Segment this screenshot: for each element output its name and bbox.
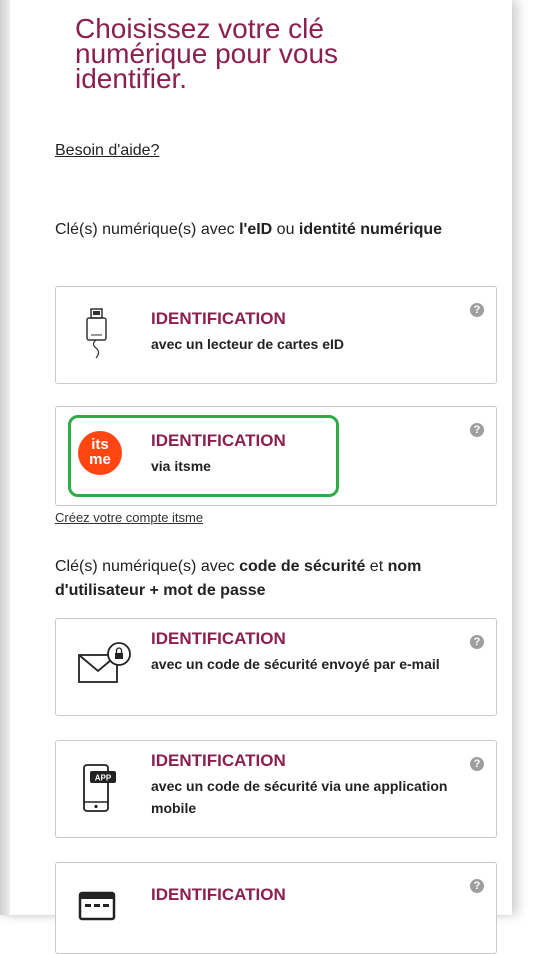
section-security-middle: et bbox=[365, 558, 388, 575]
itsme-logo-bottom: me bbox=[89, 451, 111, 468]
app-badge-text: APP bbox=[95, 774, 112, 783]
card-itsme[interactable]: its me IDENTIFICATION via itsme ? bbox=[55, 406, 497, 506]
card-reader-icon bbox=[86, 308, 107, 359]
itsme-logo: its me bbox=[78, 431, 122, 475]
section-security-bold1: code de sécurité bbox=[239, 558, 366, 575]
itsme-logo-top: its bbox=[91, 436, 109, 453]
card-itsme-desc: via itsme bbox=[151, 458, 211, 474]
card-itsme-heading: IDENTIFICATION bbox=[151, 431, 286, 450]
email-lock-icon bbox=[78, 642, 131, 683]
card-mobile-desc: avec un code de sécurité via une applica… bbox=[151, 778, 448, 816]
mobile-app-icon: APP bbox=[83, 764, 116, 812]
help-circle-icon[interactable]: ? bbox=[470, 635, 484, 649]
section-eid-bold2: identité numérique bbox=[298, 221, 443, 238]
card-email-desc: avec un code de sécurité envoyé par e-ma… bbox=[151, 656, 440, 672]
left-scroll-edge bbox=[0, 0, 10, 915]
card-keyboard-code[interactable]: IDENTIFICATION ? bbox=[55, 862, 497, 954]
help-link[interactable]: Besoin d'aide? bbox=[55, 142, 159, 160]
section-security-heading: Clé(s) numérique(s) avec code de sécurit… bbox=[55, 555, 495, 603]
help-circle-icon[interactable]: ? bbox=[470, 303, 484, 317]
keyboard-icon bbox=[78, 891, 116, 921]
card-mobile-app-code[interactable]: APP IDENTIFICATION avec un code de sécur… bbox=[55, 740, 497, 838]
card-eid-desc: avec un lecteur de cartes eID bbox=[151, 336, 344, 352]
card-email-heading: IDENTIFICATION bbox=[151, 629, 286, 648]
help-circle-icon[interactable]: ? bbox=[470, 879, 484, 893]
card-mobile-heading: IDENTIFICATION bbox=[151, 751, 286, 770]
section-eid-middle: ou bbox=[272, 221, 299, 238]
section-security-prefix: Clé(s) numérique(s) avec bbox=[55, 558, 240, 575]
page-title: Choisissez votre clé numérique pour vous… bbox=[75, 13, 339, 94]
card-keyboard-heading: IDENTIFICATION bbox=[151, 885, 286, 904]
page-frame: Choisissez votre clé numérique pour vous… bbox=[0, 0, 512, 954]
section-eid-bold1: l'eID bbox=[239, 221, 273, 238]
help-circle-icon[interactable]: ? bbox=[470, 423, 484, 437]
create-itsme-account-link[interactable]: Créez votre compte itsme bbox=[55, 510, 203, 525]
help-circle-icon[interactable]: ? bbox=[470, 757, 484, 771]
card-eid-reader[interactable]: IDENTIFICATION avec un lecteur de cartes… bbox=[55, 286, 497, 384]
card-eid-heading: IDENTIFICATION bbox=[151, 309, 286, 328]
section-eid-prefix: Clé(s) numérique(s) avec bbox=[55, 221, 240, 238]
section-eid-heading: Clé(s) numérique(s) avec l'eID ou identi… bbox=[55, 218, 495, 242]
card-email-code[interactable]: IDENTIFICATION avec un code de sécurité … bbox=[55, 618, 497, 716]
